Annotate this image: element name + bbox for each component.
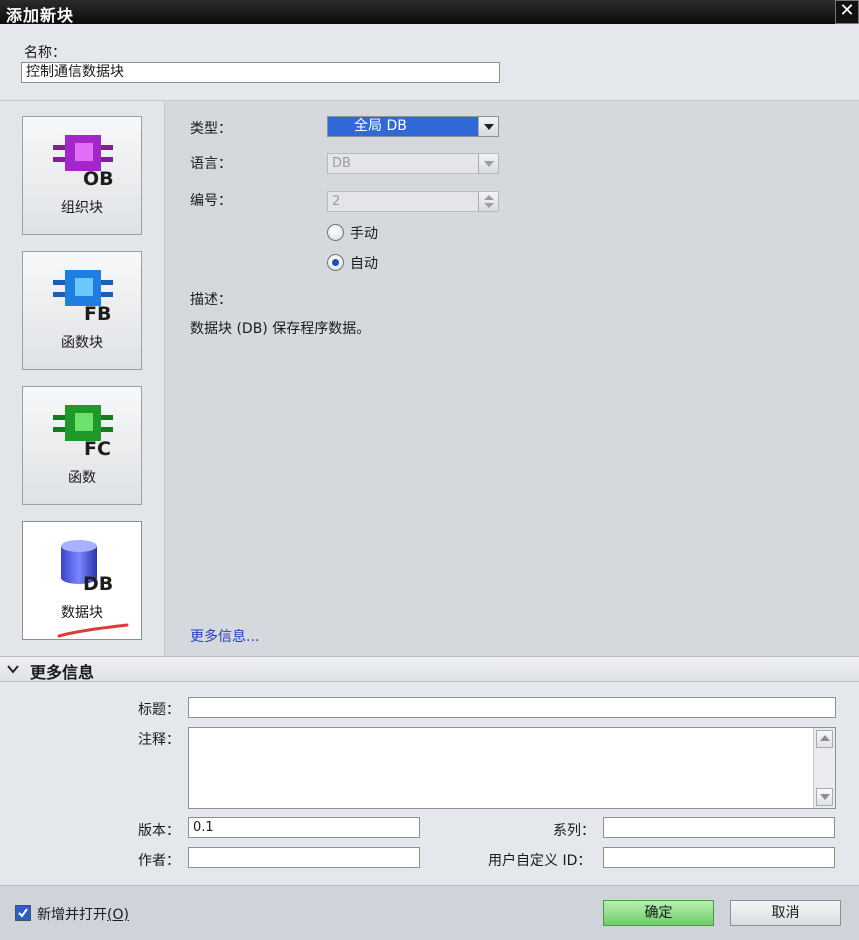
more-info-section-header[interactable]: 更多信息 bbox=[0, 656, 859, 682]
svg-text:OB: OB bbox=[83, 168, 114, 187]
radio-auto-circle[interactable] bbox=[327, 254, 344, 271]
dialog-footer: 新增并打开(O) 确定 取消 bbox=[0, 885, 859, 940]
db-block-icon: DB bbox=[61, 540, 113, 592]
type-label: 类型： bbox=[190, 121, 232, 137]
title-label: 标题： bbox=[138, 702, 180, 718]
more-info-section-title: 更多信息 bbox=[30, 663, 95, 682]
ok-button[interactable]: 确定 bbox=[603, 900, 714, 926]
family-input[interactable] bbox=[603, 817, 835, 838]
add-and-open-text: 新增并打开 bbox=[37, 907, 107, 923]
radio-manual-label: 手动 bbox=[350, 226, 378, 242]
chevron-down-icon[interactable] bbox=[478, 117, 498, 136]
cancel-button[interactable]: 取消 bbox=[730, 900, 841, 926]
description-label: 描述： bbox=[190, 292, 232, 308]
comment-textarea[interactable] bbox=[188, 727, 836, 809]
name-input[interactable]: 控制通信数据块 bbox=[21, 62, 500, 83]
add-and-open-label[interactable]: 新增并打开(O) bbox=[37, 904, 129, 924]
dialog-title: 添加新块 bbox=[6, 6, 75, 25]
add-and-open-checkbox[interactable] bbox=[15, 905, 31, 921]
description-text: 数据块 (DB) 保存程序数据。 bbox=[190, 321, 371, 337]
comment-scrollbar[interactable] bbox=[813, 728, 835, 808]
scroll-down-icon[interactable] bbox=[816, 788, 833, 806]
type-dropdown[interactable]: 全局 DB bbox=[327, 116, 499, 137]
name-label: 名称： bbox=[24, 45, 66, 61]
chevron-down-icon[interactable] bbox=[478, 154, 498, 173]
stepper-arrows-icon[interactable] bbox=[478, 192, 498, 211]
svg-text:FC: FC bbox=[84, 438, 111, 457]
svg-text:FB: FB bbox=[84, 303, 111, 322]
add-and-open-mnemonic: (O) bbox=[107, 907, 129, 923]
type-dropdown-value: 全局 DB bbox=[328, 117, 478, 136]
block-type-panel: OB 组织块 FB 函数块 FC 函数 DB 数据块 bbox=[0, 100, 165, 656]
language-label: 语言： bbox=[190, 156, 232, 172]
number-stepper-value: 2 bbox=[332, 194, 341, 209]
block-properties-panel: 类型： 全局 DB 语言： DB 编号： 2 手动 自动 描述： 数据块 (DB… bbox=[166, 100, 859, 656]
block-type-fb-button[interactable]: FB 函数块 bbox=[22, 251, 142, 370]
number-label: 编号： bbox=[190, 193, 232, 209]
block-type-fb-label: 函数块 bbox=[61, 335, 103, 351]
close-icon: ✕ bbox=[839, 0, 855, 21]
checkmark-icon bbox=[16, 906, 30, 920]
svg-text:DB: DB bbox=[83, 573, 113, 592]
block-type-fc-button[interactable]: FC 函数 bbox=[22, 386, 142, 505]
ob-block-icon: OB bbox=[53, 135, 114, 187]
block-type-ob-label: 组织块 bbox=[61, 200, 103, 216]
author-label: 作者： bbox=[138, 853, 180, 869]
chevron-down-icon[interactable] bbox=[6, 662, 20, 676]
fb-block-icon: FB bbox=[53, 270, 113, 322]
comment-label: 注释： bbox=[138, 732, 180, 748]
version-input[interactable]: 0.1 bbox=[188, 817, 420, 838]
radio-auto-label: 自动 bbox=[350, 256, 378, 272]
more-info-link[interactable]: 更多信息... bbox=[190, 626, 259, 646]
block-type-db-label: 数据块 bbox=[61, 605, 103, 621]
title-input[interactable] bbox=[188, 697, 836, 718]
more-info-section: 标题： 注释： 版本： 0.1 系列： 作者： 用户自定义 ID： bbox=[0, 682, 859, 885]
name-section: 名称： 控制通信数据块 bbox=[0, 24, 859, 100]
fc-block-icon: FC bbox=[53, 405, 113, 457]
red-annotation-stroke bbox=[57, 623, 129, 638]
close-button[interactable]: ✕ bbox=[835, 0, 859, 24]
language-dropdown-value: DB bbox=[332, 156, 351, 171]
block-type-db-button[interactable]: DB 数据块 bbox=[22, 521, 142, 640]
block-type-fc-label: 函数 bbox=[68, 470, 96, 486]
version-label: 版本： bbox=[138, 823, 180, 839]
block-type-ob-button[interactable]: OB 组织块 bbox=[22, 116, 142, 235]
scroll-up-icon[interactable] bbox=[816, 730, 833, 748]
language-dropdown[interactable]: DB bbox=[327, 153, 499, 174]
family-label: 系列： bbox=[553, 823, 595, 839]
user-id-input[interactable] bbox=[603, 847, 835, 868]
number-stepper[interactable]: 2 bbox=[327, 191, 499, 212]
radio-manual-circle[interactable] bbox=[327, 224, 344, 241]
author-input[interactable] bbox=[188, 847, 420, 868]
title-bar: 添加新块 ✕ bbox=[0, 0, 859, 25]
user-id-label: 用户自定义 ID： bbox=[488, 853, 592, 869]
